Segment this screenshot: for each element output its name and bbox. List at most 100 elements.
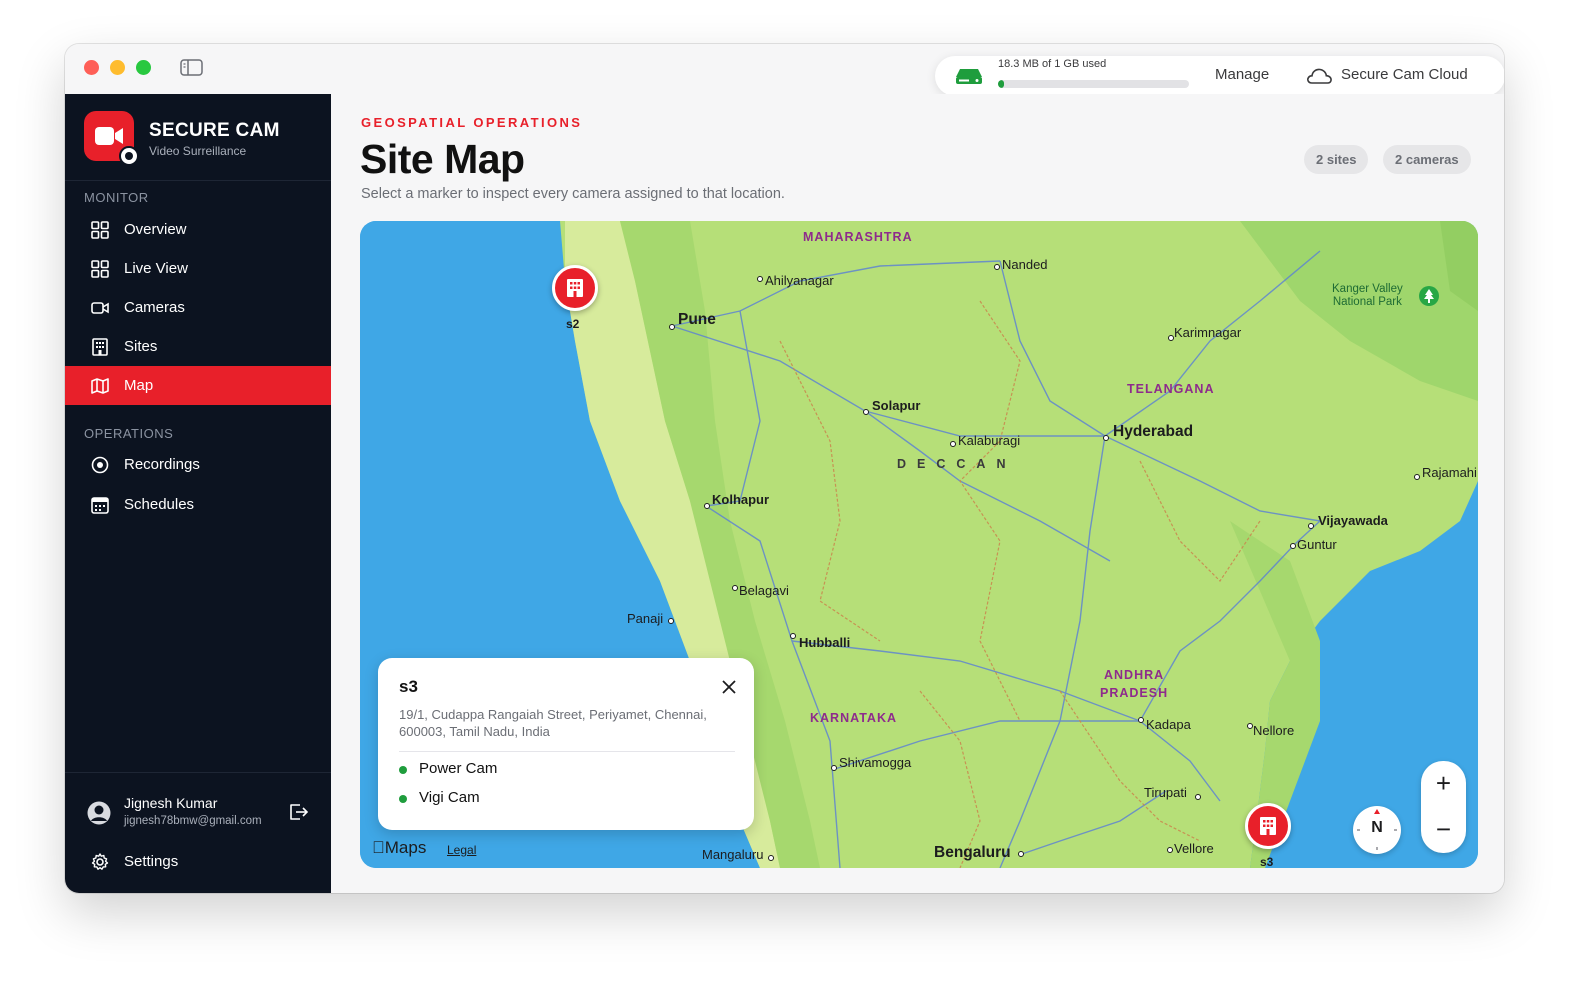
camera-list-item[interactable]: Vigi Cam	[419, 789, 480, 806]
map-label-city: Vijayawada	[1318, 513, 1388, 528]
map-label-state: MAHARASHTRA	[803, 230, 913, 244]
map-label-state: TELANGANA	[1127, 382, 1215, 396]
city-dot	[668, 618, 674, 624]
sidebar-toggle-icon[interactable]	[180, 59, 203, 76]
camera-list-item[interactable]: Power Cam	[419, 760, 497, 777]
sidebar-item-sites[interactable]: Sites	[65, 327, 331, 366]
zoom-out-button[interactable]: −	[1421, 807, 1466, 853]
camera-status-dot	[399, 766, 407, 774]
brand-subtitle: Video Surreillance	[149, 144, 247, 158]
section-label-operations: OPERATIONS	[84, 426, 174, 441]
map-label-city: Ahilyanagar	[765, 273, 834, 288]
cloud-icon	[1307, 68, 1332, 84]
storage-progress-bar	[998, 80, 1189, 88]
zoom-window-button[interactable]	[136, 60, 151, 75]
map-label-city: Bengaluru	[934, 844, 1011, 861]
zoom-control: + −	[1421, 761, 1466, 853]
park-label-line: National Park	[1332, 296, 1402, 308]
map-label-region: DECCAN	[897, 457, 1017, 471]
storage-widget: 18.3 MB of 1 GB used Manage Secure Cam C…	[935, 56, 1504, 96]
zoom-in-button[interactable]: +	[1421, 761, 1466, 807]
sidebar-item-label: Cameras	[124, 299, 185, 316]
cloud-service-label[interactable]: Secure Cam Cloud	[1341, 66, 1468, 83]
compass-label: N	[1371, 819, 1383, 836]
city-dot	[863, 409, 869, 415]
map-label-park: Kanger Valley National Park	[1332, 283, 1403, 309]
map-label-city: Kalaburagi	[958, 433, 1021, 448]
site-map[interactable]: MAHARASHTRA TELANGANA ANDHRA PRADESH KAR…	[360, 221, 1478, 868]
map-label-city: Nanded	[1002, 257, 1048, 272]
map-label-city: Kolhapur	[712, 492, 770, 507]
building-icon	[92, 338, 108, 356]
map-label-city: Hyderabad	[1113, 423, 1194, 440]
map-label-city: Hubballi	[799, 635, 851, 650]
maps-attribution-text: Maps	[372, 838, 427, 857]
park-tree-icon	[1419, 286, 1439, 306]
city-dot	[790, 633, 796, 639]
section-label-monitor: MONITOR	[84, 190, 149, 205]
close-icon[interactable]	[720, 678, 738, 696]
sidebar-item-schedules[interactable]: Schedules	[65, 485, 331, 524]
sites-count-badge: 2 sites	[1304, 145, 1369, 174]
app-window: 18.3 MB of 1 GB used Manage Secure Cam C…	[65, 44, 1504, 893]
map-label-city: Kadapa	[1146, 717, 1191, 732]
map-label-state: KARNATAKA	[810, 711, 897, 725]
site-marker-s2[interactable]	[552, 265, 598, 311]
map-label-state: PRADESH	[1100, 686, 1169, 700]
brand-badge-icon	[119, 146, 139, 166]
sidebar-item-label: Overview	[124, 221, 187, 238]
map-label-city: Tirupati	[1144, 785, 1187, 800]
city-dot	[1167, 847, 1173, 853]
city-dot	[732, 585, 738, 591]
compass-button[interactable]: N	[1353, 806, 1401, 854]
sidebar-item-recordings[interactable]: Recordings	[65, 445, 331, 484]
maps-attribution: Maps	[372, 838, 426, 858]
sidebar-item-map[interactable]: Map	[65, 366, 331, 405]
map-label-city: Mangaluru	[702, 847, 764, 862]
map-label-city: Karimnagar	[1174, 325, 1242, 340]
sidebar-item-label: Sites	[124, 338, 158, 355]
user-email: jignesh78bmw@gmail.com	[124, 815, 262, 827]
video-camera-icon	[91, 302, 109, 314]
sidebar-item-cameras[interactable]: Cameras	[65, 288, 331, 327]
page-description: Select a marker to inspect every camera …	[361, 186, 785, 202]
close-window-button[interactable]	[84, 60, 99, 75]
map-label-city: Vellore	[1174, 841, 1214, 856]
city-dot	[1290, 543, 1296, 549]
avatar	[87, 801, 111, 825]
city-dot	[704, 503, 710, 509]
minimize-window-button[interactable]	[110, 60, 125, 75]
site-marker-s3[interactable]	[1245, 803, 1291, 849]
manage-storage-button[interactable]: Manage	[1215, 66, 1269, 83]
page-title: Site Map	[360, 136, 525, 182]
city-dot	[994, 264, 1000, 270]
city-dot	[768, 855, 774, 861]
popup-divider	[399, 751, 735, 752]
page-eyebrow: GEOSPATIAL OPERATIONS	[361, 115, 583, 130]
sidebar-item-settings[interactable]: Settings	[65, 842, 331, 881]
map-label-state: ANDHRA	[1104, 668, 1165, 682]
city-dot	[1018, 851, 1024, 857]
city-dot	[1103, 435, 1109, 441]
map-label-city: Solapur	[872, 398, 921, 413]
map-icon	[91, 378, 109, 394]
building-icon	[1260, 817, 1276, 835]
map-label-city: Panaji	[627, 611, 664, 626]
city-dot	[757, 276, 763, 282]
map-label-city: Shivamogga	[839, 755, 912, 770]
record-icon	[91, 456, 109, 474]
main-content: GEOSPATIAL OPERATIONS Site Map Select a …	[331, 94, 1504, 893]
storage-drive-icon	[956, 69, 982, 84]
legal-link[interactable]: Legal	[447, 843, 476, 857]
site-marker-label: s3	[1260, 855, 1274, 868]
city-dot	[950, 441, 956, 447]
apple-logo-icon: 	[372, 838, 385, 857]
logout-icon[interactable]	[287, 801, 309, 823]
popup-site-address: 19/1, Cudappa Rangaiah Street, Periyamet…	[399, 707, 707, 739]
sidebar-divider	[65, 180, 331, 181]
storage-progress-fill	[998, 80, 1004, 88]
sidebar-item-live-view[interactable]: Live View	[65, 249, 331, 288]
sidebar-item-overview[interactable]: Overview	[65, 210, 331, 249]
cameras-count-badge: 2 cameras	[1383, 145, 1471, 174]
map-label-city: Nellore	[1253, 723, 1295, 738]
